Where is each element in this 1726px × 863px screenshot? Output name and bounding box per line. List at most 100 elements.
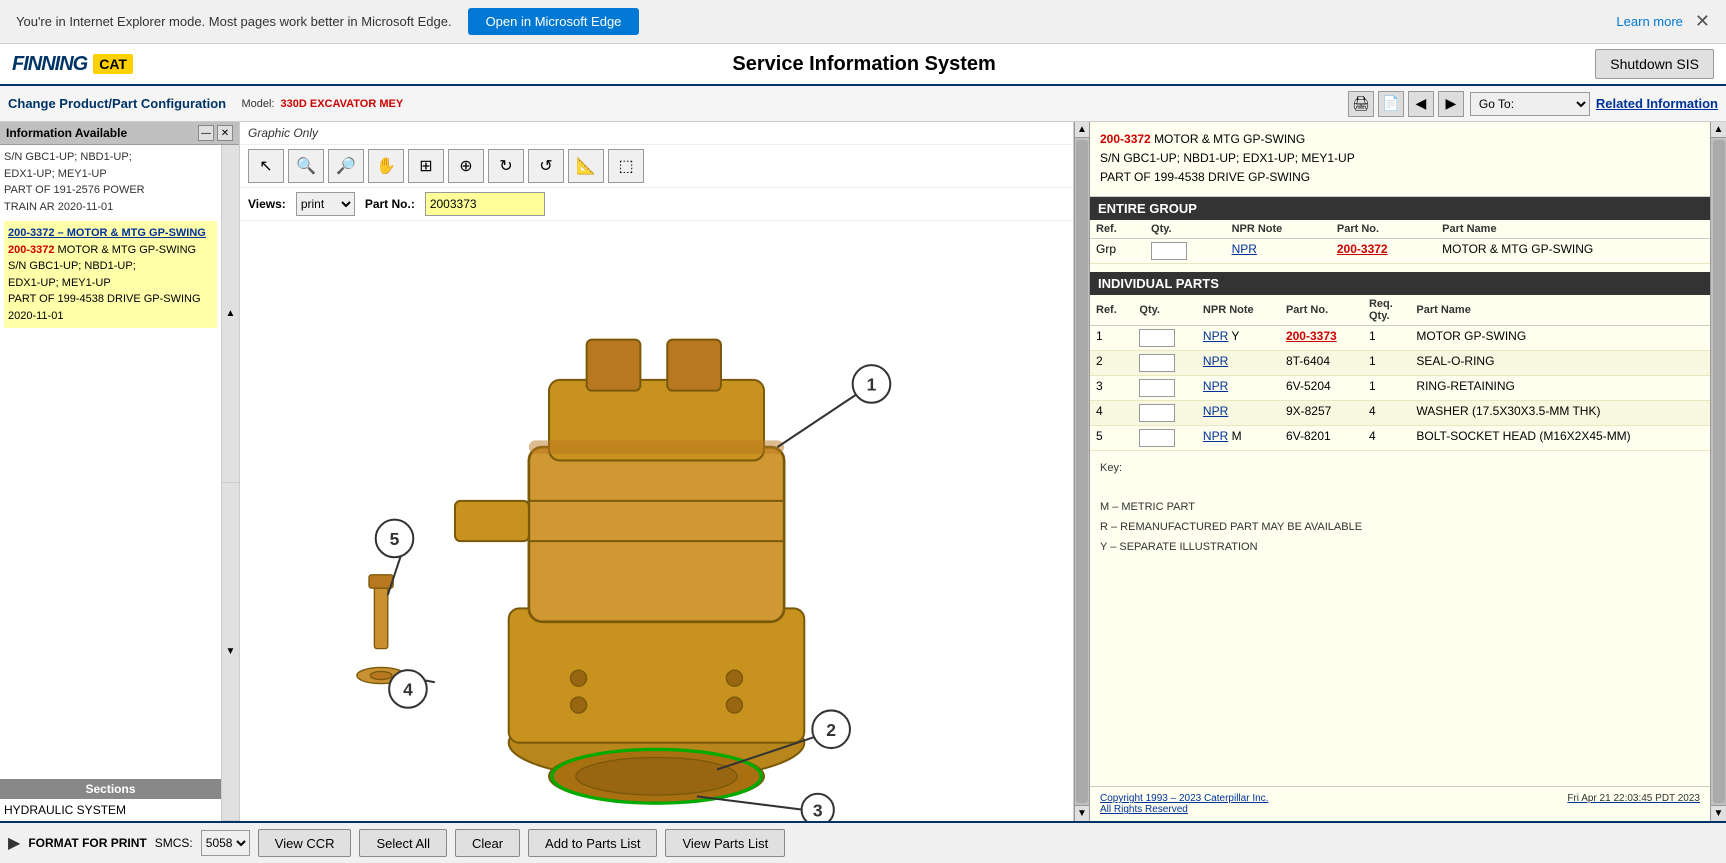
model-label: Model: — [241, 98, 274, 110]
row1-reqqty: 1 — [1363, 325, 1410, 350]
row1-partno: 200-3373 — [1280, 325, 1363, 350]
row1-qty-input[interactable] — [1139, 329, 1175, 347]
prev-button[interactable]: ◀ — [1408, 91, 1434, 117]
svg-text:2: 2 — [826, 720, 836, 740]
parts-name-text: MOTOR & MTG GP-SWING — [1154, 132, 1305, 146]
row5-qty-input[interactable] — [1139, 429, 1175, 447]
eg-partno: 200-3372 — [1331, 238, 1436, 263]
gtool-pan[interactable]: ✋ — [368, 149, 404, 183]
goto-select[interactable]: Go To: — [1470, 92, 1590, 116]
svg-text:3: 3 — [813, 801, 823, 821]
doc-nav-button[interactable]: 📄 — [1378, 91, 1404, 117]
clear-button[interactable]: Clear — [455, 829, 520, 857]
views-select[interactable]: print screen — [296, 192, 355, 216]
row4-qty — [1133, 400, 1197, 425]
sidebar-scroll-up[interactable]: ▲ — [222, 145, 239, 483]
right-scroll-down[interactable]: ▼ — [1711, 805, 1726, 821]
gtool-zoom-out[interactable]: 🔎 — [328, 149, 364, 183]
gtool-zoom-in[interactable]: 🔍 — [288, 149, 324, 183]
row4-partno: 9X-8257 — [1280, 400, 1363, 425]
ie-banner-actions: Learn more ✕ — [1616, 11, 1710, 32]
eg-part-no-link[interactable]: 200-3372 — [1337, 242, 1388, 256]
center-scroll-down[interactable]: ▼ — [1075, 805, 1089, 821]
sidebar-scroll-buttons: ▲ ▼ — [221, 145, 239, 821]
hydraulic-system-link[interactable]: HYDRAULIC SYSTEM — [4, 803, 126, 817]
nav-icons: 🖨 📄 ◀ ▶ — [1348, 91, 1464, 117]
gtool-select[interactable]: ↖ — [248, 149, 284, 183]
row3-npr-link[interactable]: NPR — [1203, 379, 1228, 393]
next-button[interactable]: ▶ — [1438, 91, 1464, 117]
row2-reqqty: 1 — [1363, 350, 1410, 375]
toolbar-row: Change Product/Part Configuration Model:… — [0, 86, 1726, 122]
row4-qty-input[interactable] — [1139, 404, 1175, 422]
col-npr-note: NPR Note — [1226, 220, 1331, 239]
entire-group-row: Grp NPR 200-3372 MOTOR & MTG GP-SWING — [1090, 238, 1710, 263]
right-scroll-up[interactable]: ▲ — [1711, 122, 1726, 138]
sidebar-inner: S/N GBC1-UP; NBD1-UP;EDX1-UP; MEY1-UPPAR… — [0, 145, 221, 821]
ind-col-npr: NPR Note — [1197, 295, 1280, 326]
parts-ref-number: 200-3372 — [1100, 132, 1151, 146]
close-banner-button[interactable]: ✕ — [1695, 11, 1710, 32]
row4-ref: 4 — [1090, 400, 1133, 425]
model-value: 330D EXCAVATOR MEY — [281, 98, 404, 110]
center-scroll-up[interactable]: ▲ — [1075, 122, 1089, 138]
eg-npr-link[interactable]: NPR — [1232, 242, 1257, 256]
learn-more-link[interactable]: Learn more — [1616, 14, 1682, 29]
gtool-measure[interactable]: 📐 — [568, 149, 604, 183]
svg-text:5: 5 — [390, 529, 400, 549]
sidebar-part-link[interactable]: 200-3372 – MOTOR & MTG GP-SWING — [8, 227, 206, 239]
open-edge-button[interactable]: Open in Microsoft Edge — [468, 8, 640, 35]
sidebar-minimize-button[interactable]: — — [198, 125, 214, 141]
copyright-link[interactable]: Copyright 1993 – 2023 Caterpillar Inc.Al… — [1100, 793, 1268, 815]
sidebar-header: Information Available — ✕ — [0, 122, 239, 145]
row3-qty-input[interactable] — [1139, 379, 1175, 397]
shutdown-button[interactable]: Shutdown SIS — [1595, 49, 1714, 79]
row2-qty-input[interactable] — [1139, 354, 1175, 372]
bottom-toolbar: ▶ FORMAT FOR PRINT SMCS: 5058 View CCR S… — [0, 821, 1726, 863]
eg-qty-input[interactable] — [1151, 242, 1187, 260]
sidebar-sn-text: S/N GBC1-UP; NBD1-UP;EDX1-UP; MEY1-UPPAR… — [4, 151, 145, 213]
row5-partno: 6V-8201 — [1280, 425, 1363, 450]
gtool-crosshair[interactable]: ⊕ — [448, 149, 484, 183]
parts-title-sn: S/N GBC1-UP; NBD1-UP; EDX1-UP; MEY1-UP — [1100, 149, 1700, 168]
print-nav-button[interactable]: 🖨 — [1348, 91, 1374, 117]
row1-partname: MOTOR GP-SWING — [1410, 325, 1710, 350]
graphic-canvas: 1 2 3 4 5 — [240, 221, 1073, 821]
part-diagram-svg: 1 2 3 4 5 — [240, 221, 1073, 821]
view-ccr-button[interactable]: View CCR — [258, 829, 352, 857]
row1-ref: 1 — [1090, 325, 1133, 350]
gtool-rotate-cw[interactable]: ↻ — [488, 149, 524, 183]
parts-title-partof: PART OF 199-4538 DRIVE GP-SWING — [1100, 168, 1700, 187]
eg-npr: NPR — [1226, 238, 1331, 263]
row1-part-link[interactable]: 200-3373 — [1286, 329, 1337, 343]
gtool-fit[interactable]: ⊞ — [408, 149, 444, 183]
entire-group-header-row: ENTIRE GROUP — [1090, 197, 1710, 220]
partno-input[interactable] — [425, 192, 545, 216]
view-parts-list-button[interactable]: View Parts List — [665, 829, 785, 857]
gtool-rotate-ccw[interactable]: ↺ — [528, 149, 564, 183]
select-all-button[interactable]: Select All — [359, 829, 446, 857]
key-r: R – REMANUFACTURED PART MAY BE AVAILABLE — [1100, 518, 1700, 538]
row5-npr-link[interactable]: NPR — [1203, 429, 1228, 443]
row4-npr-link[interactable]: NPR — [1203, 404, 1228, 418]
right-parts-area: 200-3372 MOTOR & MTG GP-SWING S/N GBC1-U… — [1090, 122, 1710, 821]
copyright-row: Copyright 1993 – 2023 Caterpillar Inc.Al… — [1090, 786, 1710, 821]
gtool-cursor[interactable]: ⬚ — [608, 149, 644, 183]
sidebar-scroll-down[interactable]: ▼ — [222, 483, 239, 821]
table-row: 4 NPR 9X-8257 4 WASHER (17.5X30X3.5-MM T… — [1090, 400, 1710, 425]
smcs-select[interactable]: 5058 — [201, 830, 250, 856]
table-row: 5 NPR M 6V-8201 4 BOLT-SOCKET HEAD (M16X… — [1090, 425, 1710, 450]
sections-label: Sections — [85, 782, 135, 796]
add-to-parts-button[interactable]: Add to Parts List — [528, 829, 657, 857]
individual-parts-header: INDIVIDUAL PARTS — [1090, 272, 1710, 295]
page-title: Change Product/Part Configuration — [8, 96, 226, 111]
row1-npr-link[interactable]: NPR — [1203, 329, 1228, 343]
row4-npr: NPR — [1197, 400, 1280, 425]
row5-qty — [1133, 425, 1197, 450]
row2-qty — [1133, 350, 1197, 375]
row5-ref: 5 — [1090, 425, 1133, 450]
sidebar-close-button[interactable]: ✕ — [217, 125, 233, 141]
center-graphic-area: Graphic Only ↖ 🔍 🔎 ✋ ⊞ ⊕ ↻ ↺ 📐 ⬚ Views: … — [240, 122, 1074, 821]
related-info-link[interactable]: Related Information — [1596, 96, 1718, 111]
row2-npr-link[interactable]: NPR — [1203, 354, 1228, 368]
